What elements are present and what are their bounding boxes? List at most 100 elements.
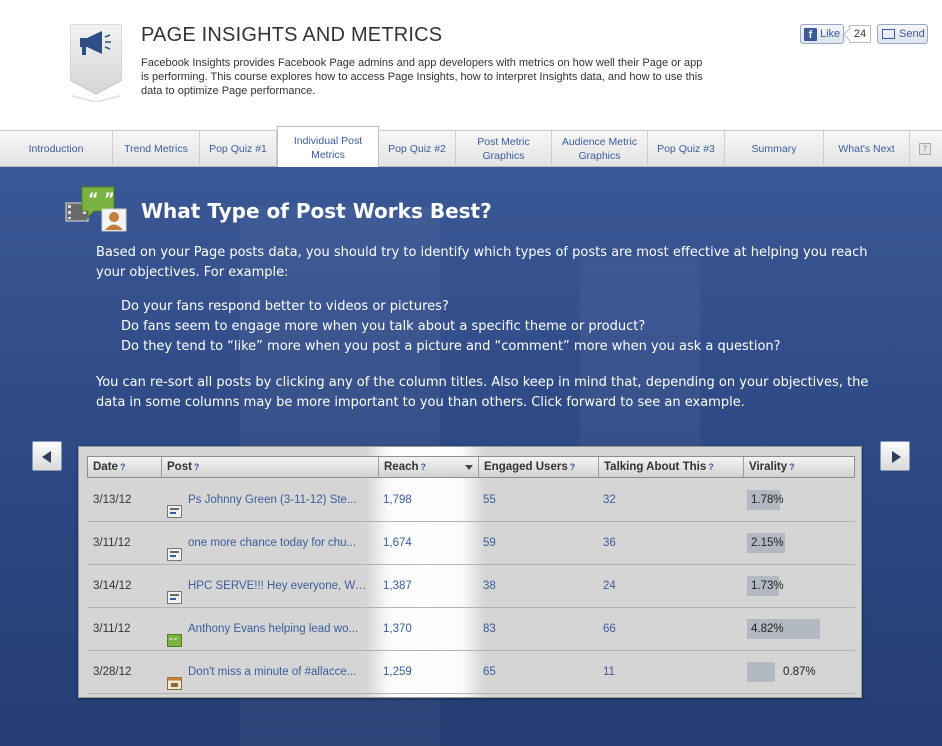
tab-introduction[interactable]: Introduction — [0, 131, 113, 167]
engaged-users-cell: 59 — [483, 537, 496, 549]
tab-audience-metric-graphics[interactable]: Audience Metric Graphics — [552, 131, 648, 167]
reach-cell: 1,674 — [383, 537, 412, 549]
svg-text:“ ”: “ ” — [88, 189, 115, 208]
course-tab-bar: Introduction Trend Metrics Pop Quiz #1 I… — [0, 126, 942, 168]
page-title: PAGE INSIGHTS AND METRICS — [141, 24, 443, 46]
post-text: Don't miss a minute of #allacce... — [188, 666, 357, 678]
virality-cell: 1.73% — [747, 565, 784, 607]
post-link[interactable]: HPC SERVE!!! Hey everyone, We ... — [167, 565, 372, 607]
help-icon[interactable]: ? — [789, 462, 795, 472]
section-title: What Type of Post Works Best? — [141, 199, 492, 223]
post-link[interactable]: Ps Johnny Green (3-11-12) Ste... — [167, 479, 372, 521]
virality-bar: 2.15% — [747, 533, 785, 553]
svg-text:“”: “” — [169, 637, 177, 646]
post-text: HPC SERVE!!! Hey everyone, We ... — [188, 580, 369, 592]
table-row: 3/11/12 one more chance today for chu... 1… — [87, 522, 855, 565]
facebook-like-button[interactable]: f Like — [800, 24, 844, 44]
course-header: PAGE INSIGHTS AND METRICS Facebook Insig… — [0, 0, 942, 130]
list-item: Do they tend to “like” more when you pos… — [121, 339, 781, 354]
table-header: Date? Post? Reach? Engaged Users? Talkin… — [87, 456, 855, 478]
envelope-icon — [882, 29, 895, 39]
virality-cell: 1.78% — [747, 479, 784, 521]
talking-about-this-cell: 32 — [603, 494, 616, 506]
tab-individual-post-metrics[interactable]: Individual Post Metrics — [277, 126, 379, 168]
table-row: 3/13/12 Ps Johnny Green (3-11-12) Ste... 1… — [87, 479, 855, 522]
help-icon[interactable]: ? — [570, 462, 576, 472]
help-icon[interactable]: ? — [708, 462, 714, 472]
status-update-icon — [167, 580, 182, 604]
question-list: Do your fans respond better to videos or… — [121, 297, 781, 357]
tab-pop-quiz-3[interactable]: Pop Quiz #3 — [648, 131, 725, 167]
date-cell: 3/11/12 — [93, 537, 131, 549]
post-types-icon: “ ” — [65, 186, 127, 232]
instruction-paragraph: You can re-sort all posts by clicking an… — [96, 375, 869, 410]
course-description: Facebook Insights provides Facebook Page… — [141, 57, 703, 97]
reach-cell: 1,387 — [383, 580, 412, 592]
post-link[interactable]: “” Anthony Evans helping lead wo... — [167, 608, 372, 650]
talking-about-this-cell: 66 — [603, 623, 616, 635]
virality-bar: 1.78% — [747, 490, 784, 510]
next-button[interactable] — [880, 441, 910, 471]
event-icon — [167, 666, 182, 690]
talking-about-this-cell: 36 — [603, 537, 616, 549]
help-icon[interactable]: ? — [120, 462, 126, 472]
like-count: 24 — [849, 25, 871, 43]
list-item: Do your fans respond better to videos or… — [121, 299, 449, 314]
facebook-icon: f — [804, 27, 817, 41]
virality-bar: 1.73% — [747, 576, 784, 596]
tab-pop-quiz-2[interactable]: Pop Quiz #2 — [379, 131, 456, 167]
virality-cell: 4.82% — [747, 608, 820, 650]
facebook-send-button[interactable]: Send — [877, 24, 928, 44]
post-text: Anthony Evans helping lead wo... — [188, 623, 359, 635]
column-header-post[interactable]: Post? — [162, 457, 379, 477]
engaged-users-cell: 55 — [483, 494, 496, 506]
date-cell: 3/14/12 — [93, 580, 132, 592]
post-text: one more chance today for chu... — [188, 537, 357, 549]
column-header-date[interactable]: Date? — [88, 457, 162, 477]
arrow-left-icon — [42, 451, 51, 463]
virality-bar: 4.82% — [747, 619, 820, 639]
reach-cell: 1,798 — [383, 494, 412, 506]
post-metrics-table: Date? Post? Reach? Engaged Users? Talkin… — [78, 446, 862, 698]
column-header-engaged-users[interactable]: Engaged Users? — [479, 457, 599, 477]
post-link[interactable]: Don't miss a minute of #allacce... — [167, 651, 372, 693]
arrow-right-icon — [892, 451, 901, 463]
table-row: 3/11/12 “” Anthony Evans helping lead wo..… — [87, 608, 855, 651]
engaged-users-cell: 65 — [483, 666, 496, 678]
table-row: 3/28/12 Don't miss a minute of #allacce..… — [87, 651, 855, 694]
virality-cell: 0.87% — [747, 651, 816, 693]
tab-trend-metrics[interactable]: Trend Metrics — [113, 131, 200, 167]
list-item: Do fans seem to engage more when you tal… — [121, 319, 646, 334]
status-update-icon — [167, 537, 182, 561]
talking-about-this-cell: 24 — [603, 580, 616, 592]
post-link[interactable]: one more chance today for chu... — [167, 522, 372, 564]
date-cell: 3/11/12 — [93, 623, 131, 635]
question-icon: “” — [167, 623, 182, 647]
help-button[interactable]: ? — [919, 143, 931, 155]
sort-descending-icon — [465, 465, 473, 470]
tab-pop-quiz-1[interactable]: Pop Quiz #1 — [200, 131, 277, 167]
engaged-users-cell: 38 — [483, 580, 496, 592]
megaphone-icon — [70, 24, 122, 102]
virality-cell: 2.15% — [747, 522, 785, 564]
help-icon[interactable]: ? — [421, 462, 427, 472]
previous-button[interactable] — [32, 441, 62, 471]
tab-post-metric-graphics[interactable]: Post Metric Graphics — [456, 131, 552, 167]
column-header-reach[interactable]: Reach? — [379, 457, 479, 477]
like-label: Like — [820, 28, 841, 40]
status-update-icon — [167, 494, 182, 518]
column-header-talking-about-this[interactable]: Talking About This? — [599, 457, 744, 477]
intro-paragraph: Based on your Page posts data, you shoul… — [96, 245, 868, 280]
tab-whats-next[interactable]: What's Next — [824, 131, 910, 167]
virality-bar — [747, 662, 775, 682]
lesson-content: “ ” What Type of Post Works Best? Based … — [0, 167, 942, 746]
send-label: Send — [899, 28, 925, 40]
virality-value: 0.87% — [783, 666, 816, 678]
engaged-users-cell: 83 — [483, 623, 496, 635]
column-header-virality[interactable]: Virality? — [744, 457, 854, 477]
talking-about-this-cell: 11 — [603, 666, 615, 678]
help-icon[interactable]: ? — [194, 462, 200, 472]
tab-summary[interactable]: Summary — [725, 131, 824, 167]
date-cell: 3/13/12 — [93, 494, 132, 506]
reach-cell: 1,259 — [383, 666, 412, 678]
